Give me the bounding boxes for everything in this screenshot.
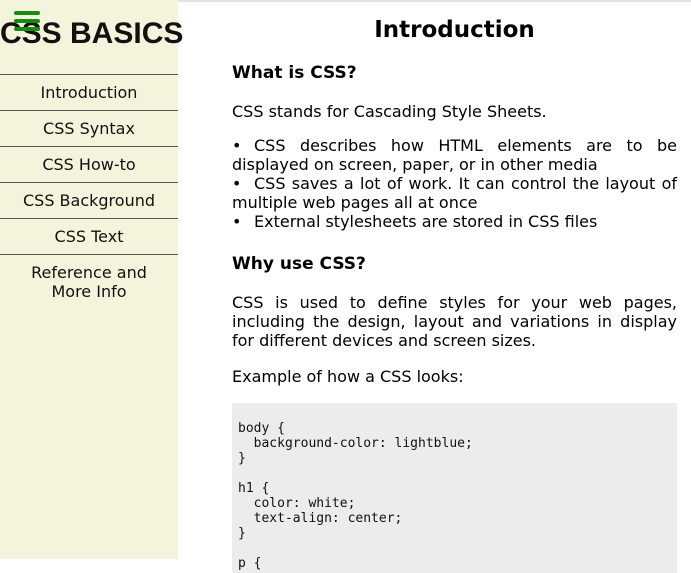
hamburger-menu-icon[interactable] <box>14 11 40 31</box>
sidebar-item-css-background[interactable]: CSS Background <box>0 183 178 219</box>
section-heading-why-use-css: Why use CSS? <box>232 254 366 274</box>
code-example-box: body { background-color: lightblue; } h1… <box>232 403 677 573</box>
sidebar-item-reference[interactable]: Reference and More Info <box>0 255 178 301</box>
code-example: body { background-color: lightblue; } h1… <box>238 421 473 571</box>
why-paragraph: CSS is used to define styles for your we… <box>232 293 677 350</box>
sidebar: CSS BASICS Introduction CSS Syntax CSS H… <box>0 0 183 559</box>
sidebar-item-introduction[interactable]: Introduction <box>0 75 178 111</box>
list-item: • CSS describes how HTML elements are to … <box>232 136 677 174</box>
sidebar-item-reference-line1: Reference and <box>31 263 147 282</box>
section-heading-what-is-css: What is CSS? <box>232 63 357 83</box>
example-label: Example of how a CSS looks: <box>232 367 464 386</box>
intro-paragraph: CSS stands for Cascading Style Sheets. <box>232 102 547 121</box>
sidebar-nav: Introduction CSS Syntax CSS How-to CSS B… <box>0 74 178 301</box>
list-item: • External stylesheets are stored in CSS … <box>232 212 598 231</box>
bullet-list: • CSS describes how HTML elements are to … <box>232 136 677 231</box>
list-item: • CSS saves a lot of work. It can control… <box>232 174 677 212</box>
page-title: Introduction <box>374 17 535 43</box>
sidebar-item-css-text[interactable]: CSS Text <box>0 219 178 255</box>
sidebar-item-reference-line2: More Info <box>51 282 127 301</box>
sidebar-item-css-syntax[interactable]: CSS Syntax <box>0 111 178 147</box>
sidebar-item-css-how-to[interactable]: CSS How-to <box>0 147 178 183</box>
